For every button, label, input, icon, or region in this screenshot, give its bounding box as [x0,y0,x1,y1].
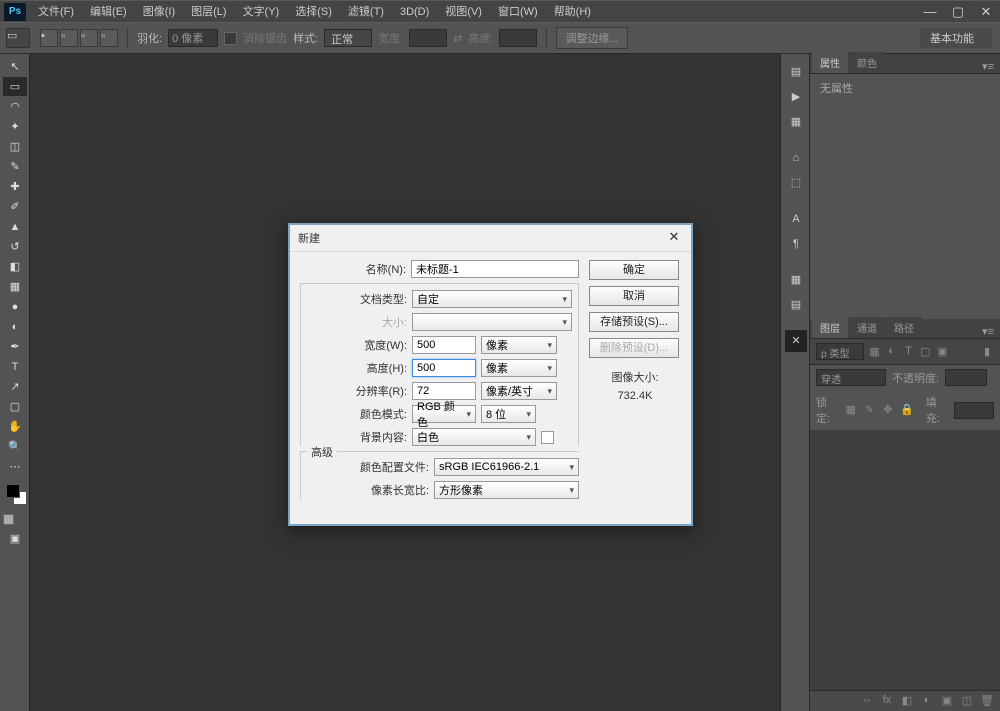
foreground-color[interactable] [6,484,20,498]
width-unit-select[interactable]: 像素 ▾ [481,336,557,354]
color-mode-label: 颜色模式: [307,406,407,422]
chevron-down-icon: ▾ [547,363,552,374]
chevron-down-icon: ▾ [526,432,531,443]
color-profile-value: sRGB IEC61966-2.1 [439,461,539,473]
color-mode-select[interactable]: RGB 颜色▾ [412,405,476,423]
cancel-button[interactable]: 取消 [589,286,679,306]
size-select: ▾ [412,313,572,331]
chevron-down-icon: ▾ [547,386,552,397]
par-select[interactable]: 方形像素 ▾ [434,481,579,499]
new-document-dialog: 新建 ✕ 名称(N): 文档类型: 自定 ▾ 大小: ▾ 宽度(W): [288,223,693,526]
chevron-down-icon: ▾ [562,294,567,305]
height-field-input[interactable] [412,359,476,377]
width-field-input[interactable] [412,336,476,354]
color-profile-label: 颜色配置文件: [307,459,429,475]
bit-depth-value: 8 位 [486,406,506,422]
delete-preset-button: 删除预设(D)... [589,338,679,358]
size-label: 大小: [307,314,407,330]
chevron-down-icon: ▾ [547,340,552,351]
bg-label: 背景内容: [307,429,407,445]
image-size-value: 732.4K [589,388,681,406]
ok-button[interactable]: 确定 [589,260,679,280]
bg-select[interactable]: 白色 ▾ [412,428,536,446]
resolution-unit-value: 像素/英寸 [486,383,533,399]
width-unit-value: 像素 [486,337,508,353]
save-preset-button[interactable]: 存储预设(S)... [589,312,679,332]
chevron-down-icon: ▾ [569,485,574,496]
par-label: 像素长宽比: [307,482,429,498]
advanced-legend: 高级 [307,444,337,460]
resolution-unit-select[interactable]: 像素/英寸 ▾ [481,382,557,400]
height-unit-value: 像素 [486,360,508,376]
chevron-down-icon: ▾ [466,409,471,420]
color-profile-select[interactable]: sRGB IEC61966-2.1 ▾ [434,458,579,476]
height-field-label: 高度(H): [307,360,407,376]
name-input[interactable] [411,260,579,278]
color-mode-value: RGB 颜色 [417,398,460,430]
image-size-label: 图像大小: [589,370,681,388]
dialog-title: 新建 [298,230,320,246]
resolution-label: 分辨率(R): [307,383,407,399]
width-field-label: 宽度(W): [307,337,407,353]
preset-label: 文档类型: [307,291,407,307]
bit-depth-select[interactable]: 8 位 ▾ [481,405,536,423]
dialog-close-button[interactable]: ✕ [665,229,683,247]
height-unit-select[interactable]: 像素 ▾ [481,359,557,377]
preset-select[interactable]: 自定 ▾ [412,290,572,308]
chevron-down-icon: ▾ [526,409,531,420]
par-value: 方形像素 [439,482,483,498]
chevron-down-icon: ▾ [562,317,567,328]
name-label: 名称(N): [300,261,406,277]
preset-value: 自定 [417,291,439,307]
bg-value: 白色 [417,429,439,445]
modal-overlay: 新建 ✕ 名称(N): 文档类型: 自定 ▾ 大小: ▾ 宽度(W): [0,0,1000,711]
chevron-down-icon: ▾ [569,462,574,473]
bg-color-swatch[interactable] [541,431,554,444]
